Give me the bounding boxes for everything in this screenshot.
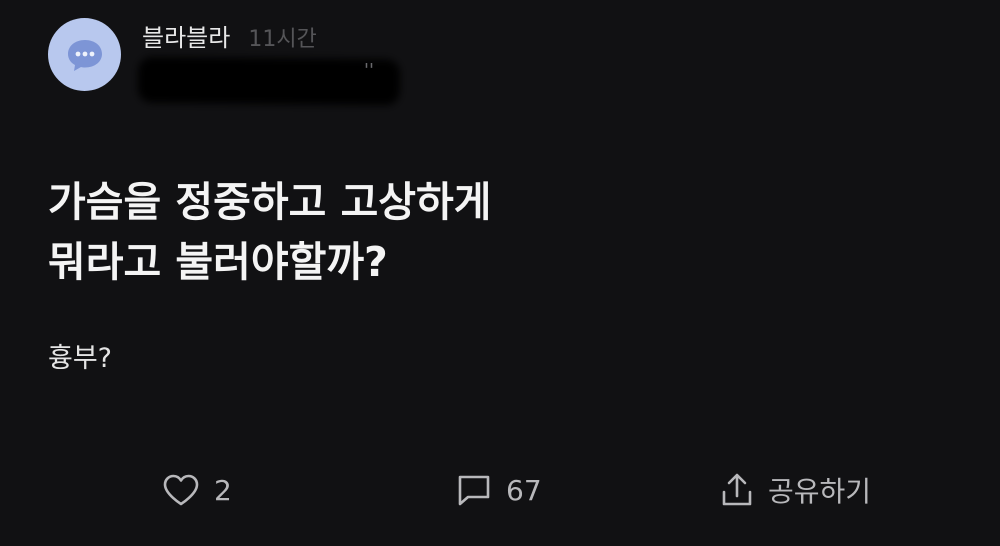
author-info: 블라블라 11시간: [142, 18, 317, 53]
redacted-tick: '': [364, 60, 374, 81]
comment-count: 67: [506, 473, 542, 507]
post-title-line-2: 뭐라고 불러야할까?: [48, 238, 388, 286]
chat-bubble-icon: [67, 39, 102, 71]
avatar[interactable]: [48, 18, 121, 91]
heart-icon: [163, 474, 199, 506]
share-button[interactable]: 공유하기: [720, 470, 871, 510]
comment-button[interactable]: 67: [456, 470, 542, 510]
like-count: 2: [214, 473, 232, 507]
redacted-text: [137, 56, 401, 106]
like-button[interactable]: 2: [162, 470, 232, 510]
post-time: 11시간: [248, 27, 317, 52]
share-label: 공유하기: [768, 475, 872, 508]
post-title: 가슴을 정중하고 고상하게 뭐라고 불러야할까?: [48, 172, 948, 292]
share-icon: [722, 473, 752, 506]
post-card: 블라블라 11시간 '' 가슴을 정중하고 고상하게 뭐라고 불러야할까? 흉부…: [0, 0, 1000, 546]
author-name[interactable]: 블라블라: [142, 18, 230, 53]
post-body: 흉부?: [48, 343, 113, 374]
comment-icon: [458, 475, 490, 506]
post-title-line-1: 가슴을 정중하고 고상하게: [48, 178, 492, 226]
